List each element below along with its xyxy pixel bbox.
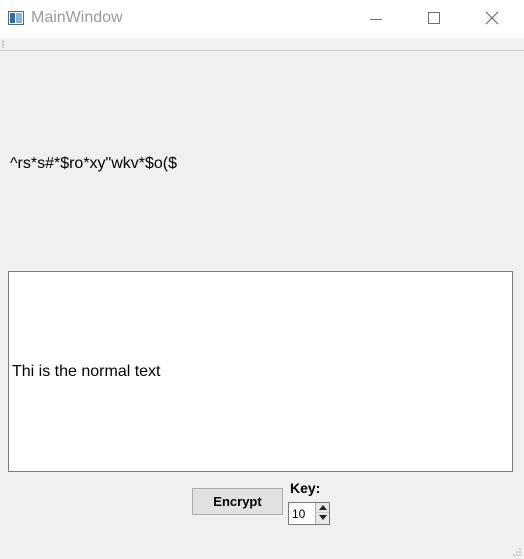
title-bar[interactable]: MainWindow	[0, 0, 524, 38]
maximize-icon	[428, 12, 440, 24]
encrypt-button[interactable]: Encrypt	[192, 488, 283, 515]
key-spinbox[interactable]: 10	[288, 502, 330, 525]
toolbar-divider	[0, 50, 524, 51]
toolbar-grip[interactable]	[2, 40, 4, 48]
window-title: MainWindow	[31, 9, 123, 26]
spin-up-icon[interactable]	[316, 503, 329, 513]
minimize-icon	[370, 19, 382, 20]
minimize-button[interactable]	[348, 0, 404, 38]
spin-buttons	[315, 503, 329, 524]
close-button[interactable]	[464, 0, 520, 38]
key-spinbox-value[interactable]: 10	[292, 507, 305, 521]
close-icon	[485, 11, 499, 25]
spin-down-icon[interactable]	[316, 513, 329, 523]
app-window-icon	[8, 11, 24, 25]
key-label: Key:	[290, 480, 321, 496]
maximize-button[interactable]	[406, 0, 462, 38]
size-grip-icon[interactable]	[512, 547, 522, 557]
encrypted-text-label: ^rs*s#*$ro*xy"wkv*$o($	[10, 155, 178, 172]
plain-text-edit[interactable]: Thi is the normal text	[8, 271, 513, 472]
plain-text-content: Thi is the normal text	[12, 363, 161, 380]
